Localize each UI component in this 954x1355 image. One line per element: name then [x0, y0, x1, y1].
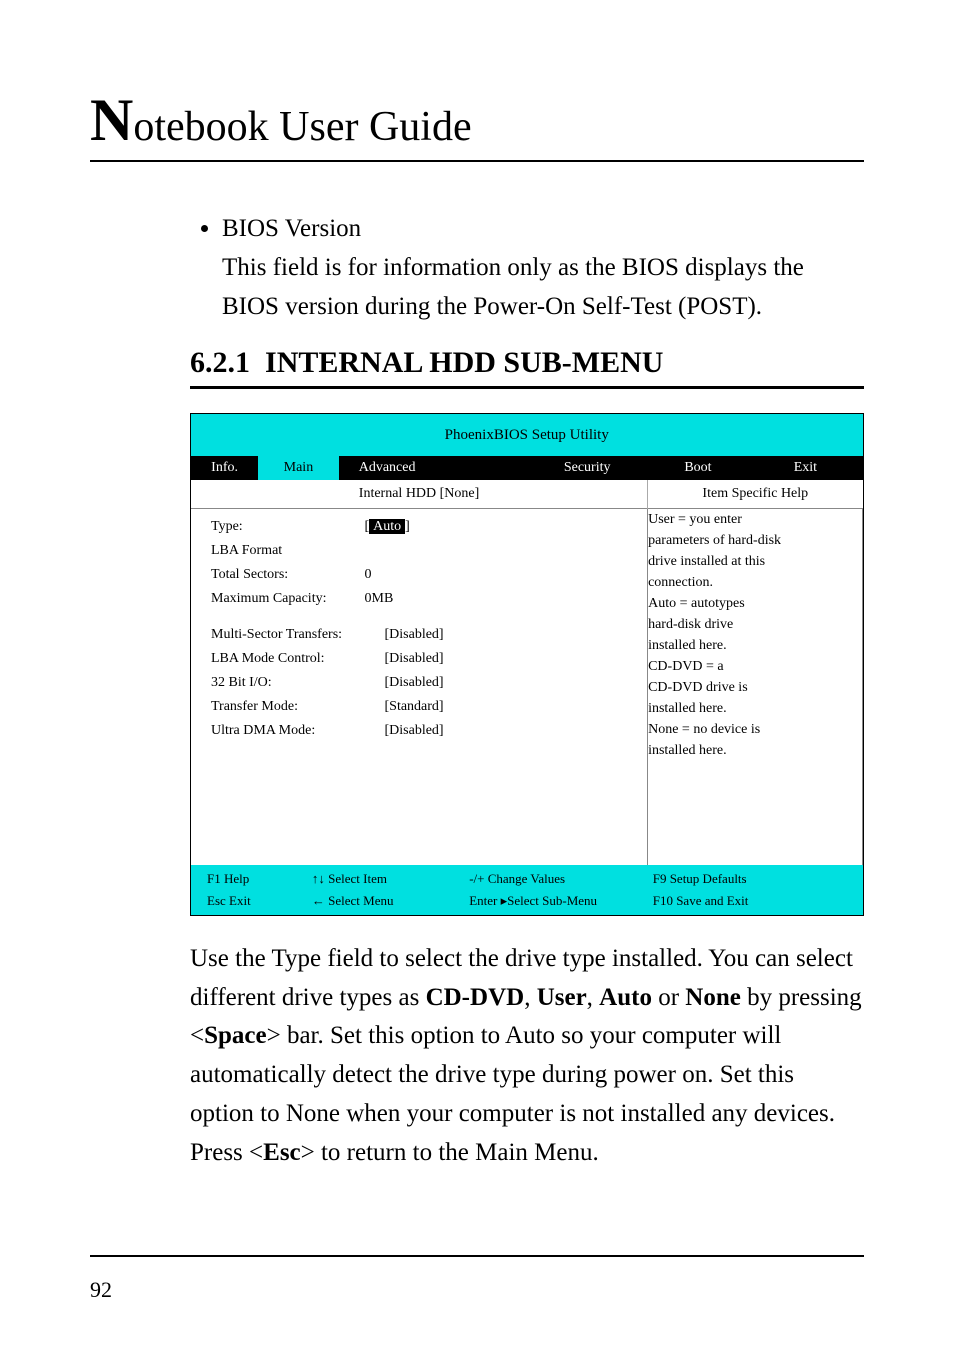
- type-value: Auto: [369, 519, 405, 534]
- h-sc1: I: [265, 346, 277, 379]
- transfer-label: Transfer Mode:: [211, 699, 381, 715]
- foot-f9: F9 Setup Defaults: [645, 868, 855, 890]
- h-r2: UB: [520, 346, 562, 379]
- field-max: Maximum Capacity: 0MB: [191, 589, 647, 613]
- total-value: 0: [365, 567, 372, 583]
- menu-boot[interactable]: Boot: [684, 460, 711, 475]
- field-transfer[interactable]: Transfer Mode: [Standard]: [191, 697, 647, 721]
- p-c2: ,: [587, 984, 600, 1011]
- section-num: 6.2.1: [190, 346, 250, 379]
- lba-mode-label: LBA Mode Control:: [211, 651, 381, 667]
- section-rule: [190, 386, 864, 389]
- left-arrow-icon: ←: [312, 893, 325, 908]
- p-b3: Auto: [599, 984, 652, 1011]
- field-pio[interactable]: 32 Bit I/O: [Disabled]: [191, 673, 647, 697]
- p-c3: or: [652, 984, 685, 1011]
- menu-info[interactable]: Info.: [211, 460, 238, 475]
- max-label: Maximum Capacity:: [211, 591, 361, 607]
- help-line: CD-DVD = a: [648, 656, 862, 677]
- help-line: User = you enter: [648, 509, 862, 530]
- menu-security[interactable]: Security: [564, 460, 611, 475]
- section-heading: 6.2.1 INTERNAL HDD SUB-MENU: [190, 346, 864, 380]
- udma-label: Ultra DMA Mode:: [211, 723, 381, 739]
- p-c1: ,: [524, 984, 537, 1011]
- field-total: Total Sectors: 0: [191, 565, 647, 589]
- field-udma[interactable]: Ultra DMA Mode: [Disabled]: [191, 721, 647, 745]
- field-lba-mode[interactable]: LBA Mode Control: [Disabled]: [191, 649, 647, 673]
- bios-menubar: Info. Main Advanced Security Boot Exit: [191, 456, 863, 480]
- transfer-value: [Standard]: [385, 699, 444, 715]
- help-line: parameters of hard-disk: [648, 530, 862, 551]
- pio-value: [Disabled]: [385, 675, 444, 691]
- bullet-body: This field is for information only as th…: [222, 249, 864, 327]
- help-line: installed here.: [648, 635, 862, 656]
- lba-mode-value: [Disabled]: [385, 651, 444, 667]
- help-line: installed here.: [648, 740, 862, 761]
- p-b6: Esc: [263, 1139, 301, 1166]
- foot-minusplus: -/+ Change Values: [461, 868, 645, 890]
- help-line: installed here.: [648, 698, 862, 719]
- h-r3: ENU: [600, 346, 663, 379]
- bios-footer: F1 Help ↑↓ Select Item -/+ Change Values…: [191, 865, 863, 915]
- udma-value: [Disabled]: [385, 723, 444, 739]
- field-lba: LBA Format: [191, 541, 647, 565]
- h-dash: -M: [562, 346, 600, 379]
- page-header: Notebook User Guide: [90, 90, 864, 150]
- pio-label: 32 Bit I/O:: [211, 675, 381, 691]
- help-line: drive installed at this: [648, 551, 862, 572]
- type-label: Type:: [211, 519, 361, 535]
- bios-table: PhoenixBIOS Setup Utility Info. Main Adv…: [190, 413, 864, 916]
- help-line: CD-DVD drive is: [648, 677, 862, 698]
- up-down-arrow-icon: ↑↓: [312, 871, 325, 886]
- foot-enter: Enter: [469, 893, 497, 908]
- bios-help-panel: User = you enter parameters of hard-disk…: [648, 508, 863, 865]
- multi-value: [Disabled]: [385, 627, 444, 643]
- p-b2: User: [537, 984, 587, 1011]
- help-line: Auto = autotypes: [648, 593, 862, 614]
- bios-sub-left: Internal HDD [None]: [191, 480, 648, 508]
- foot-updown: Select Item: [325, 871, 387, 886]
- bios-title: PhoenixBIOS Setup Utility: [191, 414, 863, 456]
- help-line: connection.: [648, 572, 862, 593]
- field-type[interactable]: Type: [Auto]: [191, 509, 647, 541]
- max-value: 0MB: [365, 591, 394, 607]
- multi-label: Multi-Sector Transfers:: [211, 627, 381, 643]
- header-rule: [90, 160, 864, 162]
- menu-exit[interactable]: Exit: [794, 460, 817, 475]
- menu-advanced[interactable]: Advanced: [359, 460, 416, 475]
- lba-label: LBA Format: [211, 543, 282, 558]
- menu-main[interactable]: Main: [284, 460, 314, 475]
- footer-rule: [90, 1255, 864, 1257]
- total-label: Total Sectors:: [211, 567, 361, 583]
- type-value-wrap: [Auto]: [365, 519, 410, 535]
- p-b4: None: [685, 984, 741, 1011]
- field-multi[interactable]: Multi-Sector Transfers: [Disabled]: [191, 613, 647, 649]
- page-number: 92: [90, 1277, 112, 1303]
- bullet-list: BIOS Version This field is for informati…: [190, 210, 864, 326]
- bullet-title: BIOS Version: [222, 215, 361, 242]
- foot-f10: F10 Save and Exit: [645, 890, 855, 912]
- body-paragraph: Use the Type field to select the drive t…: [190, 940, 864, 1173]
- h-r1: NTERNAL: [277, 346, 430, 379]
- foot-select-sub: Select Sub-Menu: [507, 893, 597, 908]
- foot-f1: F1 Help: [199, 868, 304, 890]
- header-cap: N: [90, 87, 133, 153]
- help-line: None = no device is: [648, 719, 862, 740]
- foot-leftright: Select Menu: [325, 893, 394, 908]
- help-line: hard-disk drive: [648, 614, 862, 635]
- p-b5: Space: [204, 1022, 267, 1049]
- header-rest: otebook User Guide: [133, 104, 471, 150]
- bullet-item: BIOS Version This field is for informati…: [222, 210, 864, 326]
- bios-sub-right: Item Specific Help: [648, 480, 863, 508]
- h-sc2: HDD S: [429, 346, 520, 379]
- foot-esc: Esc Exit: [199, 890, 304, 912]
- p-c6: > to return to the Main Menu.: [301, 1139, 599, 1166]
- p-b1: CD-DVD: [426, 984, 525, 1011]
